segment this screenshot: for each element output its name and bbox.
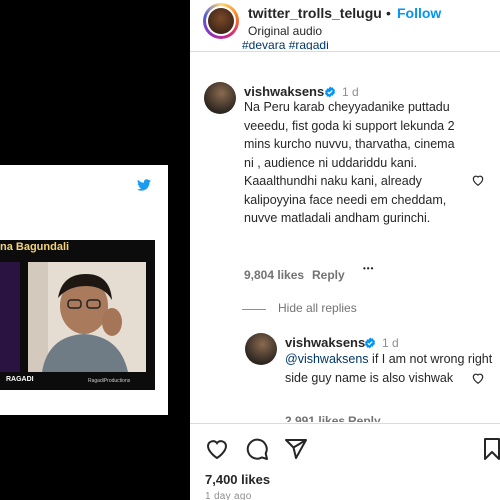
post-header: twitter_trolls_telugu • Follow Original … — [190, 0, 500, 46]
twitter-bird-icon — [137, 179, 151, 191]
reply-likes[interactable]: 2,991 likes — [285, 414, 345, 422]
author-username[interactable]: twitter_trolls_telugu — [248, 5, 382, 21]
hide-replies-button[interactable]: Hide all replies — [278, 301, 357, 315]
thumbnail-right-person — [28, 262, 146, 372]
reply-avatar[interactable] — [245, 333, 277, 365]
thumbnail-brand: RagadiProductions — [88, 378, 131, 384]
post-media[interactable]: na Bagundali RAGADI RagadiProductions — [0, 0, 190, 500]
caption-hashtags[interactable]: #devara #ragadi — [242, 41, 329, 50]
verified-badge-icon — [325, 86, 335, 98]
post-details-panel: twitter_trolls_telugu • Follow Original … — [190, 0, 500, 500]
thumbnail-title: na Bagundali — [0, 241, 70, 253]
comment-like-heart-icon[interactable] — [471, 173, 485, 187]
verified-badge-icon — [365, 337, 375, 349]
reply-mention[interactable]: @vishwaksens — [285, 352, 369, 366]
audio-label[interactable]: Original audio — [248, 24, 322, 38]
divider — [190, 423, 500, 424]
follow-button[interactable]: Follow — [397, 5, 441, 21]
reply-meta-row: 2,991 likes Reply — [285, 412, 405, 422]
separator-dot: • — [386, 5, 391, 21]
post-timestamp: 1 day ago — [205, 491, 252, 500]
comment-more-options[interactable]: ••• — [363, 264, 374, 273]
hide-replies-line — [242, 309, 266, 310]
thumbnail-left-person — [0, 262, 20, 372]
comment-text: Na Peru karab cheyyadanike puttadu veeed… — [244, 100, 455, 225]
author-avatar[interactable] — [203, 3, 239, 39]
commenter-avatar[interactable] — [204, 82, 236, 114]
post-likes-count[interactable]: 7,400 likes — [205, 472, 270, 487]
reply-text: @vishwaksens if I am not wrong right sid… — [285, 350, 495, 387]
reply-like-heart-icon[interactable] — [471, 371, 485, 385]
divider — [190, 51, 500, 52]
reply-username[interactable]: vishwaksens — [285, 335, 365, 350]
bookmark-icon[interactable] — [480, 437, 500, 461]
reply-reply-button[interactable]: Reply — [348, 414, 381, 422]
comment-reply-button[interactable]: Reply — [312, 268, 345, 282]
thumbnail-channel: RAGADI — [6, 376, 34, 383]
comment-username[interactable]: vishwaksens — [244, 84, 324, 99]
heart-icon[interactable] — [205, 437, 229, 461]
reply-time: 1 d — [382, 336, 399, 350]
comment-icon[interactable] — [245, 437, 269, 461]
comment-likes[interactable]: 9,804 likes — [244, 268, 304, 282]
comment-time: 1 d — [342, 85, 359, 99]
share-icon[interactable] — [284, 437, 308, 461]
